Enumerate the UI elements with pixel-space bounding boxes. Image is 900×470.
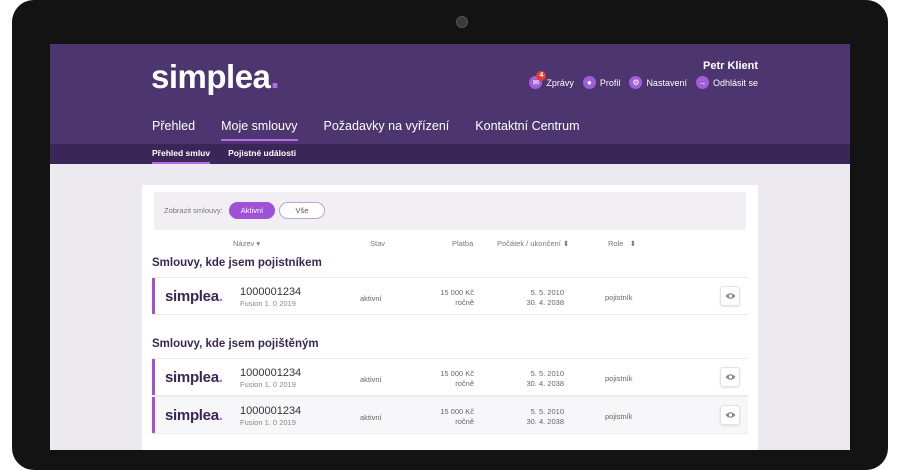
brand-logo[interactable]: simplea.: [151, 58, 280, 96]
filter-bar: Zobrazit smlouvy: Aktivní Vše: [154, 192, 746, 230]
product-logo-text: simplea: [165, 288, 219, 305]
logout-link[interactable]: → Odhlásit se: [695, 76, 758, 89]
contract-number: 1000001234: [240, 367, 302, 379]
contract-status: aktivní: [360, 413, 382, 422]
column-name-label: Název: [233, 239, 255, 248]
subnav-insurance-events[interactable]: Pojistné události: [228, 148, 296, 164]
app-screen: simplea. Petr Klient ✉ 4 Zprávy ● Profil …: [50, 44, 850, 450]
row-accent: [152, 278, 155, 314]
view-contract-button[interactable]: [720, 367, 740, 387]
period-cell: 5. 5. 2010 30. 4. 2038: [526, 288, 564, 308]
logout-label: Odhlásit se: [712, 77, 758, 88]
user-name: Petr Klient: [702, 60, 758, 72]
subnav-contracts-overview[interactable]: Přehled smluv: [152, 148, 211, 164]
settings-label: Nastavení: [646, 77, 687, 88]
logout-arrow-icon: →: [695, 76, 709, 89]
product-name: Fusion 1. 0 2019: [240, 380, 296, 389]
sort-down-icon: ▾: [256, 239, 261, 248]
contract-number: 1000001234: [240, 286, 302, 298]
start-date: 5. 5. 2010: [530, 288, 564, 297]
sort-icon: ⬍: [629, 239, 636, 248]
profile-label: Profil: [599, 77, 621, 88]
payment-amount: 15 000 Kč: [440, 407, 474, 416]
main-nav: Přehled Moje smlouvy Požadavky na vyříze…: [152, 119, 580, 141]
nav-contact-center[interactable]: Kontaktní Centrum: [475, 119, 579, 141]
profile-link[interactable]: ● Profil: [582, 76, 621, 89]
nav-requests[interactable]: Požadavky na vyřízení: [324, 119, 450, 141]
contract-row[interactable]: simplea. 1000001234 Fusion 1. 0 2019 akt…: [152, 358, 748, 396]
sort-icon: ⬍: [562, 239, 570, 248]
product-name: Fusion 1. 0 2019: [240, 418, 296, 427]
mail-icon: ✉ 4: [529, 71, 547, 89]
eye-icon: [725, 412, 736, 418]
user-icon: ●: [582, 76, 596, 89]
settings-link[interactable]: ⚙ Nastavení: [629, 76, 687, 89]
section-title-insured: Smlouvy, kde jsem pojištěným: [152, 338, 319, 350]
contract-status: aktivní: [360, 294, 382, 303]
row-accent: [152, 359, 155, 395]
product-logo-text: simplea: [165, 407, 219, 424]
product-logo: simplea.: [165, 288, 223, 305]
column-payment-header: Platba: [452, 239, 474, 248]
start-date: 5. 5. 2010: [530, 407, 564, 416]
contract-row[interactable]: simplea. 1000001234 Fusion 1. 0 2019 akt…: [152, 396, 748, 434]
payment-frequency: ročně: [455, 417, 474, 426]
column-role-label: Role: [608, 239, 624, 248]
column-status-header: Stav: [370, 239, 386, 248]
view-contract-button[interactable]: [720, 286, 740, 306]
header: simplea. Petr Klient ✉ 4 Zprávy ● Profil …: [50, 44, 850, 144]
section-title-policyholder: Smlouvy, kde jsem pojistníkem: [152, 257, 322, 269]
account-links: ✉ 4 Zprávy ● Profil ⚙ Nastavení → Odhlási…: [529, 71, 758, 89]
column-name-header[interactable]: Název ▾: [233, 239, 260, 248]
brand-logo-dot: .: [270, 58, 280, 95]
contract-role: pojistník: [605, 412, 633, 421]
contract-role: pojistník: [605, 374, 633, 383]
payment-amount: 15 000 Kč: [440, 369, 474, 378]
gear-icon: ⚙: [629, 76, 643, 89]
column-period-label: Počátek / ukončení: [497, 239, 561, 248]
unread-badge: 4: [536, 71, 547, 81]
messages-label: Zprávy: [546, 77, 574, 88]
period-cell: 5. 5. 2010 30. 4. 2038: [526, 369, 564, 389]
nav-my-contracts[interactable]: Moje smlouvy: [221, 119, 298, 141]
contracts-card: Zobrazit smlouvy: Aktivní Vše Název ▾ St…: [142, 185, 758, 450]
end-date: 30. 4. 2038: [526, 298, 564, 307]
product-logo-dot: .: [218, 369, 223, 386]
period-cell: 5. 5. 2010 30. 4. 2038: [526, 407, 564, 427]
filter-active-button[interactable]: Aktivní: [229, 202, 275, 219]
payment-cell: 15 000 Kč ročně: [440, 369, 474, 389]
column-role-header[interactable]: Role ⬍: [608, 239, 636, 248]
payment-frequency: ročně: [455, 379, 474, 388]
contract-number: 1000001234: [240, 405, 302, 417]
end-date: 30. 4. 2038: [526, 379, 564, 388]
payment-cell: 15 000 Kč ročně: [440, 288, 474, 308]
payment-cell: 15 000 Kč ročně: [440, 407, 474, 427]
camera-dot: [456, 16, 468, 28]
contract-row[interactable]: simplea. 1000001234 Fusion 1. 0 2019 akt…: [152, 277, 748, 315]
nav-overview[interactable]: Přehled: [152, 119, 195, 141]
filter-label: Zobrazit smlouvy:: [164, 206, 223, 215]
view-contract-button[interactable]: [720, 405, 740, 425]
product-name: Fusion 1. 0 2019: [240, 299, 296, 308]
column-period-header[interactable]: Počátek / ukončení ⬍: [497, 239, 569, 248]
product-logo-text: simplea: [165, 369, 219, 386]
product-logo-dot: .: [218, 407, 223, 424]
brand-logo-text: simplea: [151, 58, 271, 95]
contract-status: aktivní: [360, 375, 382, 384]
payment-frequency: ročně: [455, 298, 474, 307]
messages-link[interactable]: ✉ 4 Zprávy: [529, 71, 574, 89]
row-accent: [152, 397, 155, 433]
product-logo: simplea.: [165, 369, 223, 386]
payment-amount: 15 000 Kč: [440, 288, 474, 297]
filter-all-button[interactable]: Vše: [279, 202, 325, 219]
product-logo-dot: .: [218, 288, 223, 305]
start-date: 5. 5. 2010: [530, 369, 564, 378]
end-date: 30. 4. 2038: [526, 417, 564, 426]
sub-nav: Přehled smluv Pojistné události: [50, 144, 850, 164]
contract-role: pojistník: [605, 293, 633, 302]
eye-icon: [725, 293, 736, 299]
eye-icon: [725, 374, 736, 380]
product-logo: simplea.: [165, 407, 223, 424]
